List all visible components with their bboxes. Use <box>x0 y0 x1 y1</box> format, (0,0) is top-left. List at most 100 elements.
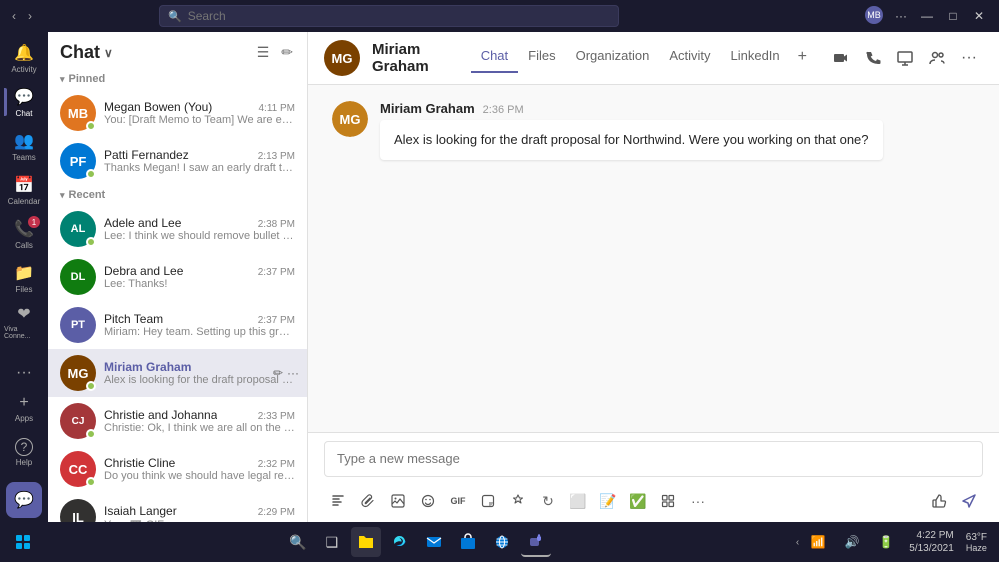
system-tray-chevron[interactable]: ‹ <box>796 537 799 548</box>
sidebar-item-files[interactable]: 📁 Files <box>4 256 44 300</box>
list-item[interactable]: DL Debra and Lee 2:37 PM Lee: Thanks! <box>48 253 307 301</box>
maximize-btn[interactable]: □ <box>941 6 965 26</box>
image-btn[interactable] <box>384 488 412 514</box>
sidebar-item-calls[interactable]: 1 📞 Calls <box>4 212 44 256</box>
chat-title-dropdown[interactable]: ∨ <box>104 46 113 60</box>
list-item[interactable]: AL Adele and Lee 2:38 PM Lee: I think we… <box>48 205 307 253</box>
video-icon <box>833 50 849 66</box>
forms-btn[interactable] <box>654 488 682 514</box>
volume-btn[interactable]: 🔊 <box>837 527 867 557</box>
whiteboard-btn[interactable]: ⬜ <box>564 488 592 514</box>
avatar-wrap: MG <box>60 355 96 391</box>
search-bar[interactable]: 🔍 <box>159 5 619 27</box>
loop-btn[interactable]: ↻ <box>534 488 562 514</box>
praise-btn[interactable] <box>504 488 532 514</box>
title-bar: ‹ › 🔍 MB ··· — □ ✕ <box>0 0 999 32</box>
taskbar-app-browser2[interactable] <box>487 527 517 557</box>
start-btn[interactable] <box>8 527 38 557</box>
clock-time: 4:22 PM <box>917 529 954 542</box>
tab-linkedin[interactable]: LinkedIn <box>721 44 790 73</box>
help-label: Help <box>16 458 32 467</box>
taskbar-app-explorer[interactable] <box>351 527 381 557</box>
meetingnotes-btn[interactable]: 📝 <box>594 488 622 514</box>
windows-icon <box>16 535 30 549</box>
sidebar-item-calendar[interactable]: 📅 Calendar <box>4 168 44 212</box>
forward-btn[interactable]: › <box>24 7 36 25</box>
user-avatar[interactable]: MB <box>865 6 883 24</box>
chat-action-edit[interactable]: ✏ <box>273 366 283 380</box>
clock[interactable]: 4:22 PM 5/13/2021 <box>905 529 958 555</box>
help-icon: ? <box>15 438 33 456</box>
taskbar-app-mail[interactable] <box>419 527 449 557</box>
emoji-icon <box>421 494 435 508</box>
tab-add-btn[interactable]: + <box>790 44 815 73</box>
minimize-btn[interactable]: — <box>915 6 939 26</box>
screen-share-btn[interactable] <box>891 44 919 72</box>
contact-avatar: MG <box>324 40 360 76</box>
message-avatar: MG <box>332 101 368 137</box>
format-btn[interactable] <box>324 488 352 514</box>
chat-panel-title[interactable]: Chat ∨ <box>60 42 113 63</box>
list-item[interactable]: CC Christie Cline 2:32 PM Do you think w… <box>48 445 307 493</box>
people-btn[interactable] <box>923 44 951 72</box>
more-btn[interactable]: ··· <box>889 6 913 26</box>
more-tools-btn[interactable]: ··· <box>684 488 712 514</box>
chat-item-time: 4:11 PM <box>259 103 296 114</box>
audio-call-btn[interactable] <box>859 44 887 72</box>
taskbar-center: 🔍 ❑ <box>42 527 792 557</box>
avatar-wrap: PT <box>60 307 96 343</box>
sticker-btn[interactable] <box>474 488 502 514</box>
emoji-btn[interactable] <box>414 488 442 514</box>
chat-item-time: 2:37 PM <box>258 267 295 278</box>
forms-icon <box>661 494 675 508</box>
like-btn[interactable] <box>925 488 953 514</box>
sidebar-item-chat[interactable]: 💬 Chat <box>4 80 44 124</box>
chat-main: MG Miriam Graham Chat Files Organization… <box>308 32 999 522</box>
network-btn[interactable]: 📶 <box>803 527 833 557</box>
chat-main-header: MG Miriam Graham Chat Files Organization… <box>308 32 999 85</box>
taskbar-search-btn[interactable]: 🔍 <box>283 527 313 557</box>
more-options-btn[interactable]: ··· <box>955 44 983 72</box>
chat-item-time: 2:29 PM <box>258 507 295 518</box>
taskbar-app-edge[interactable] <box>385 527 415 557</box>
filter-btn[interactable]: ☰ <box>255 42 272 63</box>
tab-files[interactable]: Files <box>518 44 565 73</box>
sidebar-item-viva[interactable]: ❤ Viva Conne... <box>4 300 44 344</box>
taskbar-app-teams[interactable] <box>521 527 551 557</box>
list-item[interactable]: MB Megan Bowen (You) 4:11 PM You: [Draft… <box>48 89 307 137</box>
more-apps-btn[interactable]: ··· <box>16 364 32 382</box>
sidebar-item-help[interactable]: ? Help <box>4 430 44 474</box>
list-item[interactable]: CJ Christie and Johanna 2:33 PM Christie… <box>48 397 307 445</box>
send-btn[interactable] <box>955 488 983 514</box>
teams-bottom-icon: 💬 <box>14 490 34 510</box>
taskbar-taskview-btn[interactable]: ❑ <box>317 527 347 557</box>
video-call-btn[interactable] <box>827 44 855 72</box>
back-btn[interactable]: ‹ <box>8 7 20 25</box>
new-chat-btn[interactable]: ✏ <box>279 42 295 63</box>
attach-btn[interactable] <box>354 488 382 514</box>
weather-widget[interactable]: 63°F Haze <box>962 532 991 553</box>
chat-icon: 💬 <box>14 87 34 107</box>
tab-activity[interactable]: Activity <box>659 44 720 73</box>
search-input[interactable] <box>188 9 610 23</box>
tab-organization[interactable]: Organization <box>566 44 660 73</box>
list-item[interactable]: PT Pitch Team 2:37 PM Miriam: Hey team. … <box>48 301 307 349</box>
tab-chat[interactable]: Chat <box>471 44 518 73</box>
message-content: Miriam Graham 2:36 PM Alex is looking fo… <box>380 101 975 160</box>
compose-input[interactable] <box>324 441 983 477</box>
taskbar-app-store[interactable] <box>453 527 483 557</box>
sidebar-item-apps[interactable]: + Apps <box>4 386 44 430</box>
giphy-btn[interactable]: GIF <box>444 488 472 514</box>
battery-btn[interactable]: 🔋 <box>871 527 901 557</box>
list-item[interactable]: MG Miriam Graham Alex is looking for the… <box>48 349 307 397</box>
sidebar-item-activity[interactable]: 🔔 Activity <box>4 36 44 80</box>
chat-item-content: Isaiah Langer 2:29 PM You: 🎞 GIF <box>104 504 295 523</box>
calls-badge: 1 <box>28 216 40 228</box>
tasks-btn[interactable]: ✅ <box>624 488 652 514</box>
list-item[interactable]: IL Isaiah Langer 2:29 PM You: 🎞 GIF <box>48 493 307 522</box>
teams-bottom-btn[interactable]: 💬 <box>6 482 42 518</box>
chat-action-more[interactable]: ··· <box>287 366 299 380</box>
list-item[interactable]: PF Patti Fernandez 2:13 PM Thanks Megan!… <box>48 137 307 185</box>
close-btn[interactable]: ✕ <box>967 6 991 26</box>
sidebar-item-teams[interactable]: 👥 Teams <box>4 124 44 168</box>
